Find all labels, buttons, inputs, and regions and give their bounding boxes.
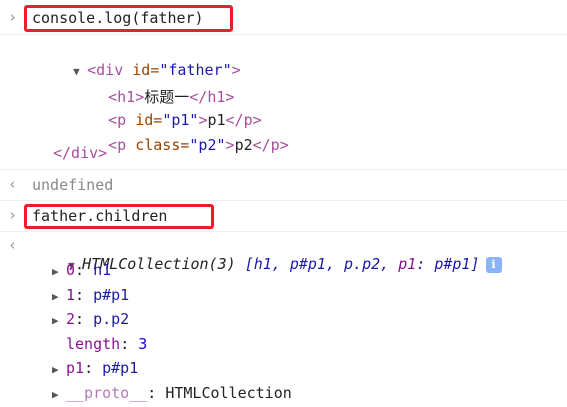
triangle-collapsed-icon[interactable]: ▶ <box>52 363 66 376</box>
triangle-collapsed-icon[interactable]: ▶ <box>52 388 66 401</box>
item-colon: : <box>147 383 166 402</box>
collection-item-row[interactable]: ▶ p1: p#p1 <box>0 357 567 379</box>
item-value: h1 <box>93 261 112 279</box>
collection-item-row[interactable]: ▶ 2: p.p2 <box>0 308 567 330</box>
result-arrow-icon: ‹ <box>8 236 18 254</box>
collection-item-row[interactable]: ▶ 0: h1 <box>0 259 567 281</box>
triangle-collapsed-icon[interactable]: ▶ <box>52 314 66 327</box>
item-key: 2 <box>66 310 76 328</box>
triangle-collapsed-icon[interactable]: ▶ <box>52 265 66 278</box>
item-colon: : <box>84 359 103 377</box>
highlight-box <box>24 5 233 32</box>
item-colon: : <box>75 285 94 304</box>
prompt-chevron-icon: › <box>8 8 18 26</box>
item-value: HTMLCollection <box>165 383 292 402</box>
triangle-collapsed-icon[interactable]: ▶ <box>52 290 66 303</box>
collection-header-row[interactable]: ‹ ▼ HTMLCollection(3) [h1, p#p1, p.p2, p1… <box>0 234 567 273</box>
console-result-row-1: ‹ undefined <box>0 172 567 198</box>
highlight-box <box>24 204 214 229</box>
item-value: p#p1 <box>93 285 130 304</box>
item-key: p1 <box>66 359 85 377</box>
divider <box>0 200 567 201</box>
item-key: __proto__ <box>66 383 148 402</box>
collection-item-row: length: 3 <box>0 333 567 355</box>
collection-item-row[interactable]: ▶ 1: p#p1 <box>0 284 567 306</box>
item-colon: : <box>75 310 94 328</box>
dom-node-h1[interactable]: <h1>标题一</h1> <box>0 66 567 106</box>
item-value: p.p2 <box>93 310 130 328</box>
divider <box>0 169 567 170</box>
dom-node-div-father[interactable]: ▼ <div id="father"> <box>0 41 567 79</box>
prompt-chevron-icon: › <box>8 206 18 224</box>
item-value: 3 <box>138 334 148 353</box>
dom-node-div-close: </div> <box>0 142 567 164</box>
item-colon: : <box>120 334 139 353</box>
tag-close: </div> <box>53 144 108 162</box>
item-colon: : <box>75 261 94 279</box>
item-key: 0 <box>66 261 76 279</box>
collection-item-row[interactable]: ▶ __proto__: HTMLCollection <box>0 382 567 404</box>
result-arrow-icon: ‹ <box>8 175 18 193</box>
item-key: length <box>66 334 121 353</box>
dom-node-p2[interactable]: <p class="p2">p2</p> <box>0 116 567 154</box>
divider <box>0 34 567 35</box>
result-value: undefined <box>32 176 114 194</box>
item-value: p#p1 <box>102 359 139 377</box>
dom-node-p1[interactable]: <p id="p1">p1</p> <box>0 91 567 129</box>
divider <box>0 231 567 232</box>
item-key: 1 <box>66 285 76 304</box>
